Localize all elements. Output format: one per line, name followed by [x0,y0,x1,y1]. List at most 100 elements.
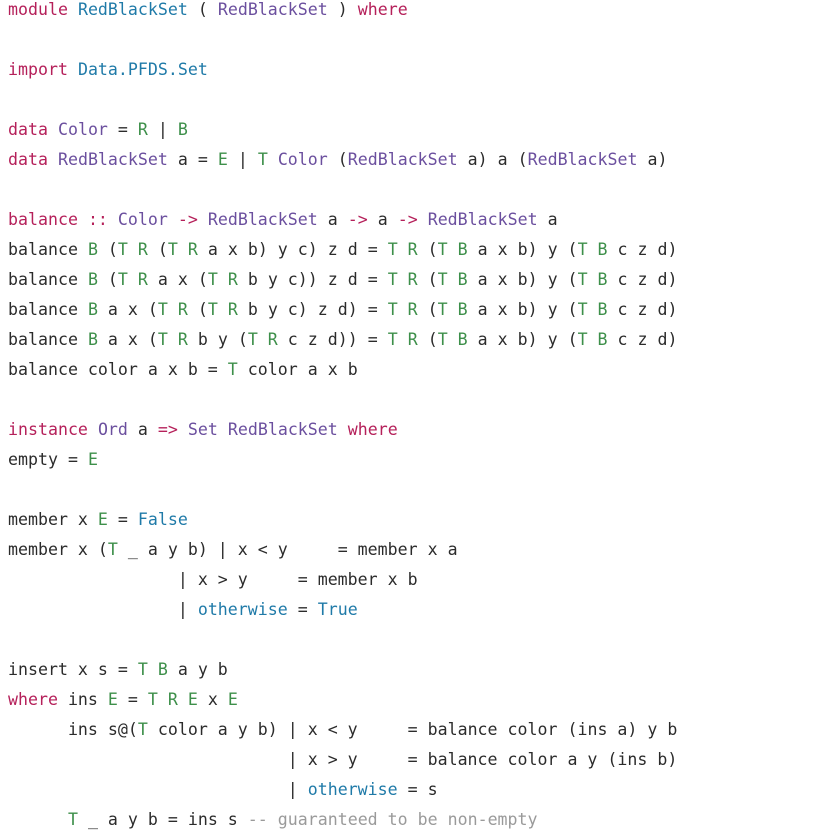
constructor-token: T R [207,300,238,319]
type-token: Ord [97,420,128,439]
comment-token: -- guaranteed to be non-empty [247,810,538,829]
code-text: a x ( [147,270,208,289]
code-text: a x b) y ( [467,240,578,259]
code-text: | x > y = balance color a y (ins b) [8,750,678,769]
code-text: | [8,600,198,619]
constructor-token: T B [437,270,468,289]
builtin-token: otherwise [197,600,288,619]
code-text: a [317,210,348,229]
constructor-token: B [87,330,98,349]
constructor-token: T R [117,240,148,259]
code-text: c z d) [607,240,678,259]
code-line: | otherwise = True [8,595,678,625]
code-line: balance B (T R a x (T R b y c)) z d = T … [8,265,678,295]
code-line: balance :: Color -> RedBlackSet a -> a -… [8,205,678,235]
code-text: b y c) z d) = [237,300,388,319]
keyword-token: balance [8,210,78,229]
constructor-token: T [227,360,238,379]
keyword-token: where [357,0,408,19]
code-text: c z d)) = [277,330,388,349]
constructor-token: E [97,510,108,529]
code-line: member x (T _ a y b) | x < y = member x … [8,535,678,565]
keyword-token: -> [347,210,368,229]
code-text: ( [417,330,438,349]
code-line: | x > y = balance color a y (ins b) [8,745,678,775]
code-text: = [107,120,138,139]
builtin-token: False [137,510,188,529]
code-text: = [117,690,148,709]
code-text: = s [397,780,438,799]
constructor-token: T R [387,240,418,259]
code-line: T _ a y b = ins s -- guaranteed to be no… [8,805,678,835]
code-text: a) [637,150,668,169]
keyword-token: => [157,420,178,439]
type-token: RedBlackSet [217,0,328,19]
code-text: balance [8,300,88,319]
code-line: data RedBlackSet a = E | T Color (RedBla… [8,145,678,175]
code-text: color a x b [237,360,358,379]
type-token: Color [277,150,328,169]
type-token: RedBlackSet [57,150,168,169]
keyword-token: -> [177,210,198,229]
type-token: RedBlackSet [527,150,638,169]
type-token: RedBlackSet [207,210,318,229]
constructor-token: T R [167,240,198,259]
code-text: balance [8,330,88,349]
code-text: ( [187,300,208,319]
code-line: data Color = R | B [8,115,678,145]
code-text: a x ( [97,300,158,319]
code-text: | [8,780,308,799]
code-text: | x > y = member x b [8,570,418,589]
keyword-token: import [8,60,68,79]
keyword-token: :: [87,210,108,229]
type-token: RedBlackSet [427,210,538,229]
constructor-token: T B [577,270,608,289]
code-text: a y b [167,660,228,679]
code-line: where ins E = T R E x E [8,685,678,715]
code-line: | x > y = member x b [8,565,678,595]
code-line: module RedBlackSet ( RedBlackSet ) where [8,0,678,25]
code-text: b y c)) z d = [237,270,388,289]
code-text: empty = [8,450,88,469]
code-text: color a y b) | x < y = balance color (in… [147,720,678,739]
code-text: ins [57,690,108,709]
constructor-token: T R [157,330,188,349]
code-view: module RedBlackSet ( RedBlackSet ) where… [8,0,678,835]
code-line: balance B a x (T R b y (T R c z d)) = T … [8,325,678,355]
builtin-token: True [317,600,358,619]
constructor-token: T B [137,660,168,679]
constructor-token: T [67,810,78,829]
code-text: a x b) y ( [467,300,578,319]
builtin-token: RedBlackSet [77,0,188,19]
constructor-token: E [227,690,238,709]
constructor-token: T R [157,300,188,319]
code-line: | otherwise = s [8,775,678,805]
code-text: ( [147,240,168,259]
code-text: _ a y b = ins s [77,810,248,829]
constructor-token: T R [387,330,418,349]
constructor-token: B [87,270,98,289]
code-text: ins s@( [8,720,138,739]
code-text: ( [97,270,118,289]
constructor-token: B [87,240,98,259]
builtin-token: otherwise [307,780,398,799]
code-text: a x b) y ( [467,270,578,289]
type-token: RedBlackSet [347,150,458,169]
constructor-token: E [217,150,228,169]
code-text: insert x s = [8,660,138,679]
type-token: Color [57,120,108,139]
code-text: member x ( [8,540,108,559]
keyword-token: data [8,120,48,139]
code-line: empty = E [8,445,678,475]
code-line: instance Ord a => Set RedBlackSet where [8,415,678,445]
constructor-token: R [137,120,148,139]
code-line: balance B a x (T R (T R b y c) z d) = T … [8,295,678,325]
